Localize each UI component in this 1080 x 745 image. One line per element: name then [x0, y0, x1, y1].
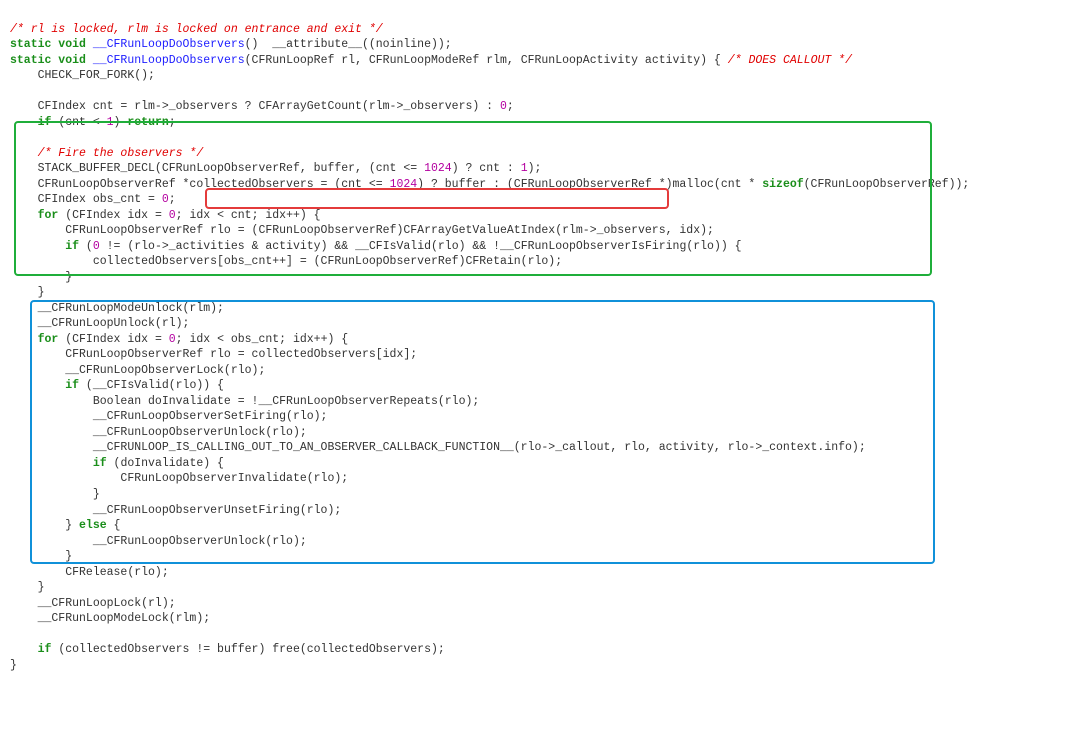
code: __CFRunLoopObserverUnsetFiring(rlo);: [10, 504, 341, 517]
code: Boolean doInvalidate = !__CFRunLoopObser…: [10, 395, 479, 408]
code: }: [10, 488, 100, 501]
code: ;: [507, 100, 514, 113]
number: 1024: [390, 178, 418, 191]
kw-static-void: static void: [10, 38, 86, 51]
code: CFRunLoopObserverRef *collectedObservers…: [10, 178, 390, 191]
code: (CFIndex idx =: [58, 333, 168, 346]
code-block: /* rl is locked, rlm is locked on entran…: [0, 0, 1080, 745]
number: 1: [107, 116, 114, 129]
code: ) ? cnt :: [452, 162, 521, 175]
code: CHECK_FOR_FORK();: [10, 69, 155, 82]
code: STACK_BUFFER_DECL(CFRunLoopObserverRef, …: [10, 162, 424, 175]
fn-name: __CFRunLoopDoObservers: [93, 38, 245, 51]
number: 1024: [424, 162, 452, 175]
code: [10, 240, 65, 253]
kw-for: for: [38, 333, 59, 346]
kw-sizeof: sizeof: [762, 178, 803, 191]
number: 0: [162, 193, 169, 206]
number: 1: [521, 162, 528, 175]
kw-static-void: static void: [10, 54, 86, 67]
code: }: [10, 659, 17, 672]
code: (CFRunLoopObserverRef));: [804, 178, 970, 191]
kw-return: return: [127, 116, 168, 129]
fn-name: __CFRunLoopDoObservers: [93, 54, 245, 67]
code: __CFRunLoopObserverUnlock(rlo);: [10, 426, 307, 439]
code: __CFRUNLOOP_IS_CALLING_OUT_TO_AN_OBSERVE…: [10, 441, 866, 454]
code: collectedObservers[obs_cnt++] = (CFRunLo…: [10, 255, 562, 268]
code: [10, 457, 93, 470]
code: ;: [169, 193, 176, 206]
code: CFRunLoopObserverRef rlo = collectedObse…: [10, 348, 417, 361]
code: (cnt <: [51, 116, 106, 129]
code: __CFRunLoopObserverSetFiring(rlo);: [10, 410, 327, 423]
code: }: [10, 550, 72, 563]
code: }: [10, 581, 45, 594]
code: ) ? buffer : (CFRunLoopObserverRef *)mal…: [417, 178, 762, 191]
code: [10, 209, 38, 222]
code: {: [107, 519, 121, 532]
code: (CFIndex idx =: [58, 209, 168, 222]
kw-for: for: [38, 209, 59, 222]
code: [10, 116, 38, 129]
code: }: [10, 286, 45, 299]
code: CFIndex obs_cnt =: [10, 193, 162, 206]
number: 0: [169, 209, 176, 222]
code: __CFRunLoopUnlock(rl);: [10, 317, 189, 330]
code: ; idx < obs_cnt; idx++) {: [176, 333, 349, 346]
code: [10, 333, 38, 346]
comment: /* rl is locked, rlm is locked on entran…: [10, 23, 383, 36]
kw-if: if: [65, 379, 79, 392]
code: ): [114, 116, 128, 129]
code: (doInvalidate) {: [107, 457, 224, 470]
code: __CFRunLoopObserverLock(rlo);: [10, 364, 265, 377]
code: ; idx < cnt; idx++) {: [176, 209, 321, 222]
kw-if: if: [93, 457, 107, 470]
number: 0: [500, 100, 507, 113]
kw-if: if: [38, 116, 52, 129]
code: (collectedObservers != buffer) free(coll…: [51, 643, 444, 656]
code: ;: [169, 116, 176, 129]
highlight-red-box: [205, 188, 669, 209]
code: __CFRunLoopLock(rl);: [10, 597, 176, 610]
comment: /* DOES CALLOUT */: [728, 54, 852, 67]
code: (: [79, 240, 93, 253]
code: [10, 643, 38, 656]
code: }: [10, 519, 79, 532]
number: 0: [93, 240, 100, 253]
comment: /* Fire the observers */: [10, 147, 203, 160]
kw-else: else: [79, 519, 107, 532]
code: }: [10, 271, 72, 284]
code: __CFRunLoopModeUnlock(rlm);: [10, 302, 224, 315]
number: 0: [169, 333, 176, 346]
kw-if: if: [65, 240, 79, 253]
code: CFIndex cnt = rlm->_observers ? CFArrayG…: [10, 100, 500, 113]
code: [10, 379, 65, 392]
code: (CFRunLoopRef rl, CFRunLoopModeRef rlm, …: [245, 54, 728, 67]
code: () __attribute__((noinline));: [245, 38, 452, 51]
code: != (rlo->_activities & activity) && __CF…: [100, 240, 742, 253]
code: CFRunLoopObserverRef rlo = (CFRunLoopObs…: [10, 224, 714, 237]
code: );: [528, 162, 542, 175]
code: CFRelease(rlo);: [10, 566, 169, 579]
code: (__CFIsValid(rlo)) {: [79, 379, 224, 392]
code: CFRunLoopObserverInvalidate(rlo);: [10, 472, 348, 485]
code: __CFRunLoopObserverUnlock(rlo);: [10, 535, 307, 548]
kw-if: if: [38, 643, 52, 656]
